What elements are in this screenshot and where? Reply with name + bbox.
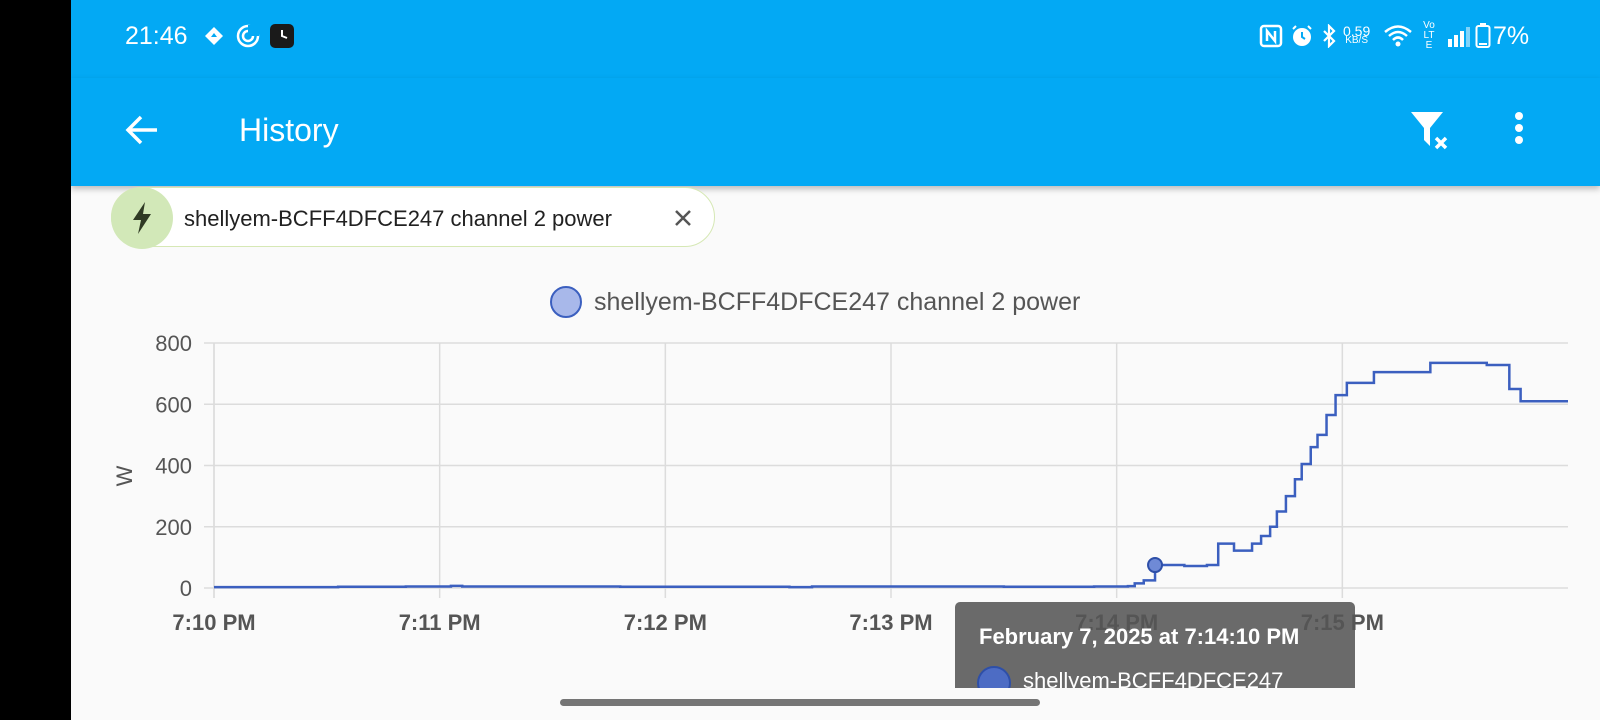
- watch-app-icon: [269, 22, 295, 50]
- legend-series-swatch: [550, 286, 582, 318]
- sync-icon: [235, 22, 261, 50]
- close-icon: [675, 210, 691, 226]
- status-time: 21:46: [125, 22, 188, 50]
- y-tick-label: 600: [155, 392, 192, 417]
- y-axis-ticks: 0 200 400 600 800: [155, 331, 192, 601]
- alarm-icon: [1290, 22, 1314, 50]
- tooltip-title: February 7, 2025 at 7:14:10 PM: [979, 624, 1300, 649]
- history-chart[interactable]: shellyem-BCFF4DFCE247 channel 2 power 0 2…: [71, 260, 1600, 720]
- x-tick-label: 7:11 PM: [399, 610, 481, 635]
- data-speed-unit: KB/S: [1345, 35, 1369, 46]
- data-speed: 0.59 KB/S: [1343, 24, 1370, 54]
- chart-grid: [204, 342, 1568, 598]
- wifi-icon: [1383, 22, 1413, 50]
- filter-remove-icon: [1411, 112, 1448, 150]
- signal-icon: [1447, 22, 1471, 50]
- home-indicator[interactable]: [560, 699, 1040, 706]
- volte-label: Vo LTE: [1423, 20, 1435, 51]
- app-screen: 21:46 0.59 KB/S Vo LTE 7% History shelly…: [71, 0, 1600, 720]
- entity-filter-chip[interactable]: shellyem-BCFF4DFCE247 channel 2 power: [111, 187, 715, 249]
- x-tick-label: 7:13 PM: [849, 610, 932, 635]
- y-tick-label: 400: [155, 454, 192, 479]
- page-title: History: [239, 112, 339, 148]
- x-tick-label: 7:10 PM: [172, 610, 255, 635]
- chart-legend[interactable]: shellyem-BCFF4DFCE247 channel 2 power: [550, 286, 1080, 318]
- lightning-bolt-icon: [133, 202, 151, 234]
- battery-icon: [1475, 22, 1491, 50]
- x-tick-label: 7:12 PM: [624, 610, 707, 635]
- navigation-icon: [203, 22, 225, 50]
- battery-percent: 7%: [1493, 21, 1530, 50]
- more-options-button[interactable]: [1507, 108, 1531, 156]
- chip-avatar: [111, 187, 173, 249]
- bluetooth-icon: [1321, 22, 1337, 50]
- arrow-back-icon: [125, 115, 157, 145]
- y-tick-label: 800: [155, 331, 192, 356]
- clear-filter-button[interactable]: [1407, 108, 1457, 156]
- nfc-icon: [1259, 22, 1283, 50]
- legend-series-label: shellyem-BCFF4DFCE247 channel 2 power: [594, 288, 1080, 316]
- chip-label: shellyem-BCFF4DFCE247 channel 2 power: [184, 206, 612, 231]
- y-tick-label: 200: [155, 515, 192, 540]
- status-bar: 21:46 0.59 KB/S Vo LTE 7%: [71, 0, 1600, 78]
- app-bar: History: [71, 78, 1600, 186]
- y-axis-label: W: [112, 465, 137, 486]
- back-button[interactable]: [121, 108, 165, 152]
- y-tick-label: 0: [180, 576, 192, 601]
- more-vert-icon: [1515, 112, 1523, 144]
- highlighted-data-point[interactable]: [1147, 557, 1164, 574]
- chip-remove-button[interactable]: [668, 203, 698, 233]
